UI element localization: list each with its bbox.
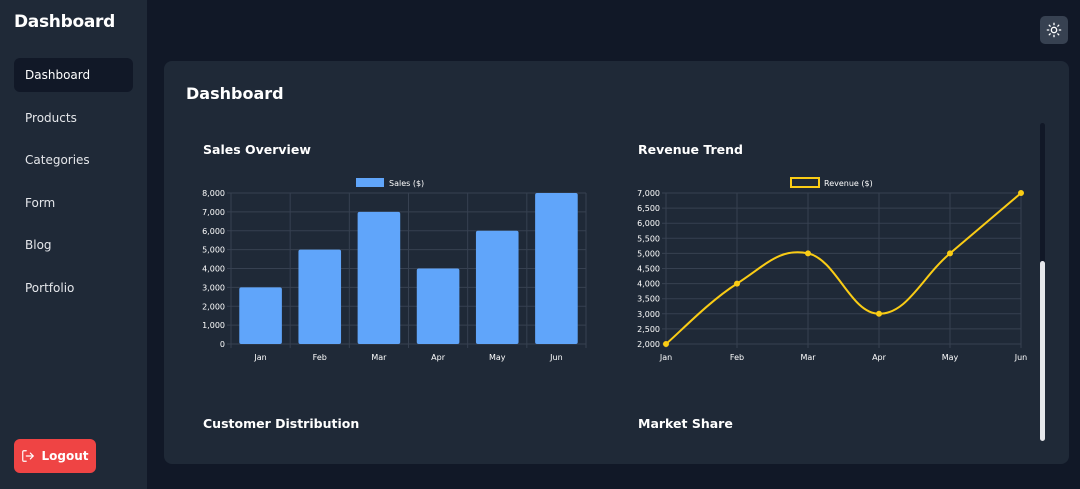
y-tick-label: 4,500 — [637, 265, 660, 274]
theme-toggle-button[interactable] — [1040, 16, 1068, 44]
sidebar-item-form[interactable]: Form — [14, 186, 133, 220]
bar-mar[interactable] — [357, 211, 401, 344]
x-tick-label: Feb — [313, 353, 327, 362]
x-tick-label: May — [942, 353, 959, 362]
point-may[interactable] — [947, 250, 953, 257]
revenue-line-chart: Revenue ($) 2,000 2,500 3,000 3,500 4,000 4,50… — [637, 177, 1028, 362]
point-apr[interactable] — [876, 310, 882, 317]
x-tick-label: Jun — [1014, 353, 1028, 362]
x-tick-label: Jan — [659, 353, 672, 362]
logout-icon — [22, 450, 35, 462]
x-tick-label: Jan — [253, 353, 266, 362]
point-mar[interactable] — [805, 250, 811, 257]
legend-swatch — [790, 177, 820, 188]
sales-bar-chart: Sales ($) 0 1,000 2,000 3,000 4,000 5,000 6,000… — [202, 178, 587, 362]
x-tick-label: May — [489, 353, 506, 362]
x-tick-label: Apr — [872, 353, 887, 362]
y-tick-label: 2,500 — [637, 325, 660, 334]
x-tick-label: Jun — [549, 353, 563, 362]
bar-apr[interactable] — [416, 268, 460, 345]
logout-label: Logout — [41, 449, 89, 463]
y-tick-label: 2,000 — [202, 302, 225, 311]
legend-label: Revenue ($) — [824, 179, 873, 188]
x-tick-label: Mar — [371, 353, 387, 362]
sidebar-brand: Dashboard — [14, 12, 115, 32]
chart-legend[interactable]: Sales ($) — [356, 178, 424, 188]
point-jun[interactable] — [1018, 190, 1024, 196]
y-tick-label: 6,000 — [637, 219, 660, 228]
x-tick-label: Apr — [431, 353, 446, 362]
bar-may[interactable] — [475, 230, 519, 344]
y-tick-label: 7,000 — [637, 189, 660, 198]
legend-swatch — [356, 178, 384, 187]
y-tick-label: 5,000 — [637, 249, 660, 258]
sidebar-item-categories[interactable]: Categories — [14, 143, 133, 177]
customer-distribution-title: Customer Distribution — [203, 416, 360, 431]
bar-jun[interactable] — [535, 193, 578, 344]
main-panel: Dashboard Sales Overview Revenue Trend C… — [164, 61, 1069, 464]
sun-icon — [1046, 22, 1062, 38]
y-tick-label: 0 — [220, 340, 225, 349]
y-tick-label: 5,000 — [202, 246, 225, 255]
chart-legend[interactable]: Revenue ($) — [790, 177, 873, 188]
point-jan[interactable] — [663, 341, 669, 347]
y-tick-label: 6,500 — [637, 204, 660, 213]
y-tick-label: 1,000 — [202, 321, 225, 330]
y-tick-label: 8,000 — [202, 189, 225, 198]
sidebar: Dashboard Dashboard Products Categories … — [0, 0, 147, 489]
scrollbar-thumb[interactable] — [1040, 261, 1045, 441]
sales-overview-title: Sales Overview — [203, 142, 311, 157]
y-tick-label: 2,000 — [637, 340, 660, 349]
sidebar-item-products[interactable]: Products — [14, 101, 133, 135]
point-feb[interactable] — [734, 280, 740, 287]
x-tick-label: Feb — [730, 353, 744, 362]
y-tick-label: 7,000 — [202, 208, 225, 217]
sidebar-item-blog[interactable]: Blog — [14, 228, 133, 262]
y-tick-label: 3,000 — [202, 283, 225, 292]
bar-feb[interactable] — [298, 249, 342, 344]
y-tick-label: 5,500 — [637, 234, 660, 243]
y-tick-label: 4,000 — [202, 265, 225, 274]
sidebar-item-portfolio[interactable]: Portfolio — [14, 271, 133, 305]
page-title: Dashboard — [186, 84, 284, 103]
y-tick-label: 6,000 — [202, 227, 225, 236]
bar-jan[interactable] — [239, 287, 282, 344]
legend-label: Sales ($) — [389, 179, 424, 188]
sidebar-item-dashboard[interactable]: Dashboard — [14, 58, 133, 92]
market-share-title: Market Share — [638, 416, 733, 431]
x-tick-label: Mar — [800, 353, 816, 362]
y-tick-label: 3,000 — [637, 310, 660, 319]
y-tick-label: 4,000 — [637, 280, 660, 289]
y-tick-label: 3,500 — [637, 295, 660, 304]
sidebar-nav: Dashboard Products Categories Form Blog … — [14, 58, 133, 313]
revenue-trend-title: Revenue Trend — [638, 142, 743, 157]
logout-button[interactable]: Logout — [14, 439, 96, 473]
